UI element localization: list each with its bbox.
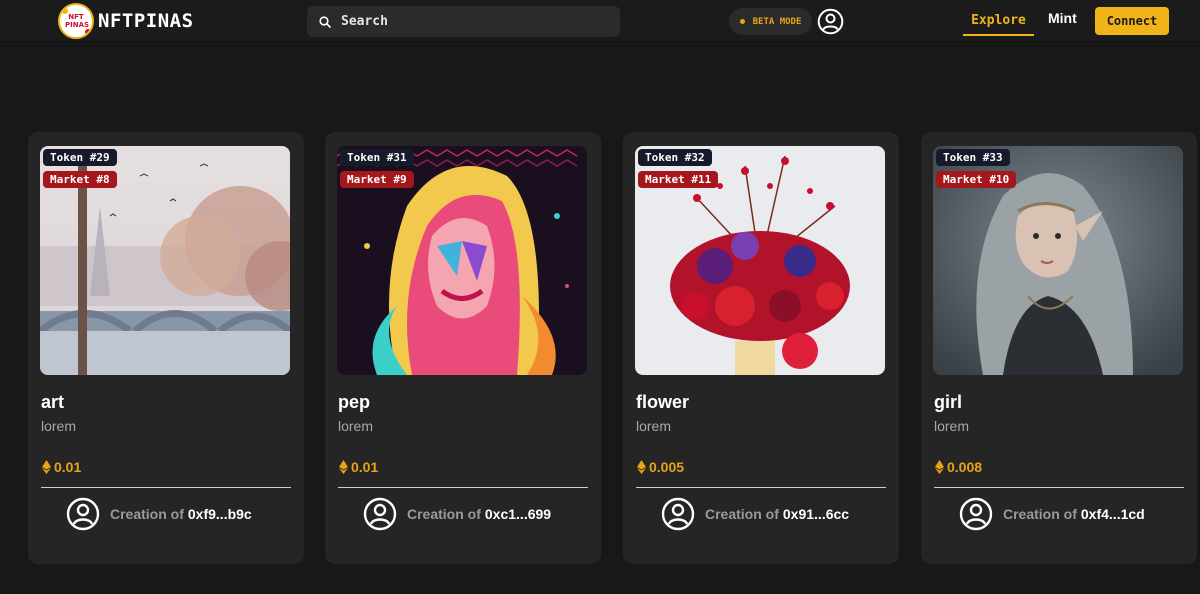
nft-title[interactable]: flower: [636, 392, 689, 413]
nft-price: 0.008: [935, 458, 982, 475]
nft-title[interactable]: art: [41, 392, 64, 413]
creator-avatar-icon: [661, 497, 695, 531]
brand-logo-icon: NFT PINAS: [58, 3, 94, 39]
creator-info[interactable]: Creation of 0xf9...b9c: [66, 496, 252, 532]
ethereum-icon: [42, 459, 51, 474]
market-id-badge: Market #10: [936, 171, 1017, 188]
market-id-badge: Market #9: [340, 171, 414, 188]
nft-description: lorem: [41, 418, 77, 434]
nav-explore-link[interactable]: Explore: [963, 6, 1034, 36]
nft-price: 0.01: [339, 458, 378, 475]
connect-wallet-button[interactable]: Connect: [1095, 7, 1169, 35]
nft-card[interactable]: Token #29 Market #8 art lorem 0.01 Creat…: [28, 132, 304, 564]
nft-description: lorem: [934, 418, 970, 434]
creator-avatar-icon: [959, 497, 993, 531]
ethereum-icon: [339, 459, 348, 474]
nav-mint-link[interactable]: Mint: [1048, 10, 1077, 30]
nft-price-value: 0.005: [649, 458, 685, 475]
creator-avatar-icon: [363, 497, 397, 531]
brand-name: NFTPINAS: [98, 10, 194, 32]
nft-price: 0.01: [42, 458, 81, 475]
token-id-badge: Token #32: [638, 149, 712, 166]
creator-info[interactable]: Creation of 0xf4...1cd: [959, 496, 1145, 532]
creator-label: Creation of: [407, 506, 481, 522]
nft-card[interactable]: Token #33 Market #10 girl lorem 0.008 Cr…: [921, 132, 1197, 564]
creator-info[interactable]: Creation of 0xc1...699: [363, 496, 551, 532]
logo-mark-text: NFT PINAS: [65, 13, 90, 29]
creator-address[interactable]: 0xf9...b9c: [188, 506, 252, 522]
token-id-badge: Token #31: [340, 149, 414, 166]
nft-description: lorem: [636, 418, 672, 434]
search-bar[interactable]: [307, 6, 620, 37]
nft-price-value: 0.008: [947, 458, 983, 475]
nft-price: 0.005: [637, 458, 684, 475]
token-id-badge: Token #33: [936, 149, 1010, 166]
creator-address[interactable]: 0xc1...699: [485, 506, 551, 522]
nft-description: lorem: [338, 418, 374, 434]
nft-price-value: 0.01: [54, 458, 82, 475]
creator-avatar-icon: [66, 497, 100, 531]
navbar: NFT PINAS NFTPINAS BETA MODE Explore Min…: [0, 0, 1200, 42]
nft-card[interactable]: Token #31 Market #9 pep lorem 0.01 Creat…: [325, 132, 601, 564]
market-id-badge: Market #11: [638, 171, 719, 188]
nft-price-value: 0.01: [351, 458, 379, 475]
status-dot-icon: [739, 19, 745, 24]
ethereum-icon: [637, 459, 646, 474]
user-profile-icon[interactable]: [817, 8, 844, 35]
search-icon: [319, 15, 331, 28]
beta-mode-badge: BETA MODE: [729, 8, 812, 35]
creator-label: Creation of: [1003, 506, 1077, 522]
brand-logo[interactable]: NFT PINAS NFTPINAS: [58, 3, 194, 39]
creator-label: Creation of: [705, 506, 779, 522]
nft-card[interactable]: Token #32 Market #11 flower lorem 0.005 …: [623, 132, 899, 564]
search-input[interactable]: [341, 14, 601, 29]
nft-title[interactable]: pep: [338, 392, 370, 413]
card-divider: [636, 487, 886, 488]
card-divider: [41, 487, 291, 488]
card-divider: [934, 487, 1184, 488]
creator-address[interactable]: 0x91...6cc: [783, 506, 849, 522]
creator-info[interactable]: Creation of 0x91...6cc: [661, 496, 849, 532]
creator-address[interactable]: 0xf4...1cd: [1081, 506, 1145, 522]
nft-title[interactable]: girl: [934, 392, 962, 413]
creator-label: Creation of: [110, 506, 184, 522]
ethereum-icon: [935, 459, 944, 474]
token-id-badge: Token #29: [43, 149, 117, 166]
card-divider: [338, 487, 588, 488]
beta-mode-label: BETA MODE: [752, 16, 802, 27]
market-id-badge: Market #8: [43, 171, 117, 188]
